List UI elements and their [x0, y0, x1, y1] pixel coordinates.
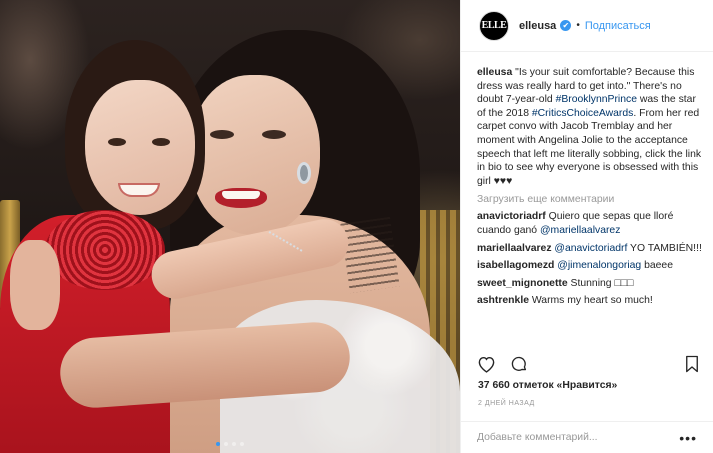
comment-username[interactable]: mariellaalvarez: [477, 243, 552, 254]
add-comment-input[interactable]: [477, 432, 680, 443]
post-caption: elleusa "Is your suit comfortable? Becau…: [477, 66, 703, 188]
earring: [297, 162, 311, 184]
comment-item: sweet_mignonette Stunning □□□: [477, 277, 703, 291]
woman-eye-right: [262, 130, 286, 139]
comment-text: Stunning □□□: [567, 277, 634, 289]
mention-link[interactable]: @mariellaalvarez: [540, 225, 620, 236]
post-photo[interactable]: [0, 0, 460, 453]
action-bar: [477, 352, 699, 376]
woman-eye-left: [210, 130, 234, 139]
comment-username[interactable]: sweet_mignonette: [477, 278, 568, 289]
post-timestamp[interactable]: 2 ДНЕЙ НАЗАД: [478, 400, 535, 407]
comment-item: ashtrenkle Warms my heart so much!: [477, 294, 703, 308]
more-options-icon[interactable]: •••: [679, 430, 697, 446]
comments-section[interactable]: elleusa "Is your suit comfortable? Becau…: [477, 66, 703, 342]
avatar[interactable]: ELLE: [479, 10, 509, 41]
verified-badge-icon: ✔: [560, 20, 572, 31]
woman-face: [190, 75, 320, 235]
girl-beaded-sleeve: [45, 210, 165, 290]
carousel-dot[interactable]: [240, 442, 244, 446]
follow-button[interactable]: Подписаться: [585, 20, 651, 32]
girl-eye-left: [108, 138, 126, 146]
comment-username[interactable]: isabellagomezd: [477, 260, 554, 271]
hashtag-link[interactable]: #BrooklynnPrince: [556, 94, 637, 105]
comment-item: anavictoriadrf Quiero que sepas que llor…: [477, 210, 703, 237]
heart-icon[interactable]: [477, 355, 496, 373]
comment-icon[interactable]: [510, 355, 528, 373]
carousel-dot[interactable]: [232, 442, 236, 446]
bookmark-icon[interactable]: [685, 355, 699, 373]
carousel-dot-active[interactable]: [216, 442, 220, 446]
girl-eye-right: [152, 138, 170, 146]
comment-text: baeee: [641, 260, 673, 272]
comment-item: mariellaalvarez @anavictoriadrf YO TAMBI…: [477, 242, 703, 256]
instagram-post: ELLE elleusa ✔ • Подписаться elleusa "Is…: [0, 0, 713, 453]
comment-username[interactable]: anavictoriadrf: [477, 211, 546, 222]
carousel-indicator: [0, 442, 460, 446]
post-header: ELLE elleusa ✔ • Подписаться: [461, 0, 713, 52]
hashtag-link[interactable]: #CriticsChoiceAwards: [532, 108, 633, 119]
caption-text: . From her red carpet convo with Jacob T…: [477, 107, 702, 187]
arm-tattoo: [340, 216, 400, 294]
comment-item: isabellagomezd @jimenalongoriag baeee: [477, 259, 703, 273]
add-comment-bar: •••: [461, 421, 713, 453]
mention-link[interactable]: @jimenalongoriag: [557, 260, 641, 271]
caption-username[interactable]: elleusa: [477, 67, 512, 78]
comment-text: YO TAMBIÉN!!!: [627, 242, 702, 254]
comment-username[interactable]: ashtrenkle: [477, 295, 529, 306]
comment-text: Warms my heart so much!: [528, 295, 653, 307]
load-more-comments-button[interactable]: Загрузить еще комментарии: [477, 194, 703, 205]
likes-count[interactable]: 37 660 отметок «Нравится»: [478, 380, 617, 391]
header-separator: •: [576, 20, 580, 31]
mention-link[interactable]: @anavictoriadrf: [554, 243, 627, 254]
woman-smile: [222, 191, 260, 199]
header-username[interactable]: elleusa: [519, 20, 556, 32]
girl-hand: [10, 240, 60, 330]
post-sidebar: ELLE elleusa ✔ • Подписаться elleusa "Is…: [460, 0, 713, 453]
carousel-dot[interactable]: [224, 442, 228, 446]
